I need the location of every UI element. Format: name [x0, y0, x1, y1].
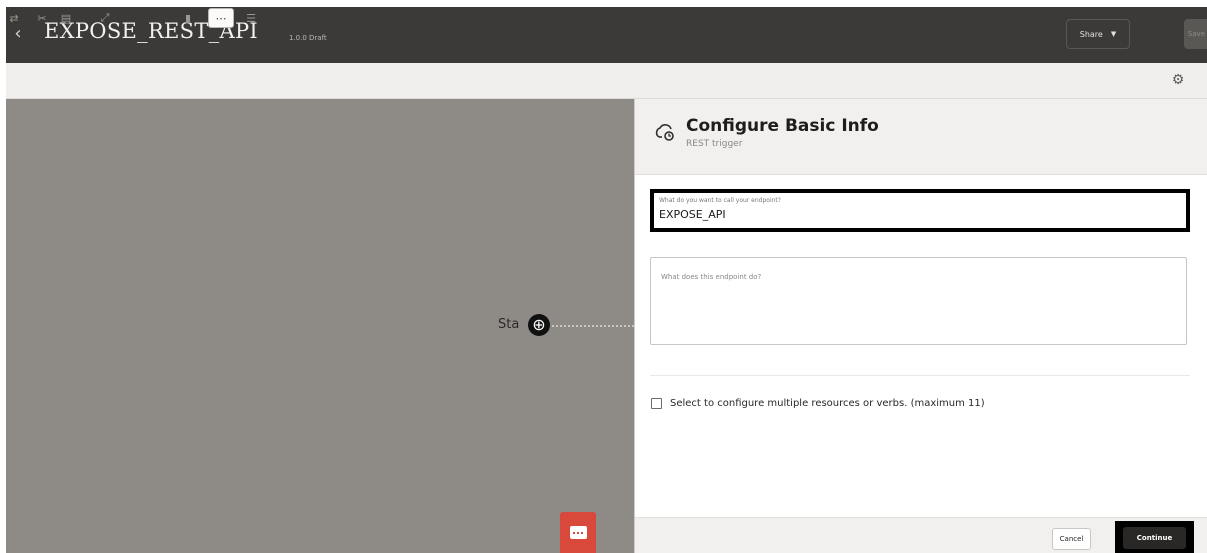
endpoint-description-placeholder: What does this endpoint do? — [661, 273, 762, 281]
gear-icon[interactable]: ⚙ — [1170, 72, 1186, 88]
continue-highlight: Continue — [1115, 521, 1194, 553]
endpoint-name-value[interactable]: EXPOSE_API — [659, 208, 726, 221]
endpoint-description-field[interactable]: What does this endpoint do? — [650, 257, 1187, 345]
chat-button[interactable] — [560, 512, 596, 553]
start-node-label: Sta — [498, 317, 520, 332]
panel-subtitle: REST trigger — [686, 139, 743, 149]
add-trigger-button[interactable]: ⊕ — [528, 314, 550, 336]
rest-trigger-icon — [655, 124, 674, 141]
multiple-resources-option[interactable]: Select to configure multiple resources o… — [651, 398, 985, 409]
version-badge: 1.0.0 Draft — [289, 34, 327, 42]
configure-panel: Configure Basic Info REST trigger What d… — [634, 99, 1207, 553]
vertical-layout-icon[interactable]: ▮ — [180, 8, 196, 28]
cancel-button[interactable]: Cancel — [1052, 528, 1091, 550]
paste-icon[interactable]: ▤ — [58, 8, 74, 28]
save-button[interactable]: Save — [1184, 19, 1207, 49]
connector-line — [552, 325, 634, 327]
panel-title: Configure Basic Info — [686, 116, 879, 136]
chat-icon — [569, 526, 587, 539]
endpoint-name-field[interactable]: What do you want to call your endpoint? … — [650, 189, 1190, 232]
panel-header: Configure Basic Info REST trigger — [635, 99, 1207, 175]
chevron-down-icon: ▼ — [1110, 30, 1117, 38]
endpoint-name-label: What do you want to call your endpoint? — [659, 197, 781, 204]
share-button[interactable]: Share ▼ — [1066, 19, 1130, 49]
canvas-toolbar — [6, 63, 1207, 99]
horizontal-layout-icon[interactable]: ⋯ — [208, 8, 234, 28]
share-label: Share — [1079, 29, 1103, 39]
continue-button[interactable]: Continue — [1123, 526, 1186, 549]
expand-icon[interactable]: ⤢ — [97, 8, 113, 28]
multiple-resources-checkbox[interactable] — [651, 398, 662, 409]
save-label: Save — [1187, 30, 1205, 38]
app-frame: ‹ EXPOSE_REST_API 1.0.0 Draft Share ▼ Sa… — [0, 0, 1207, 553]
pseudo-view-icon[interactable]: ☰ — [243, 8, 259, 28]
multiple-resources-label: Select to configure multiple resources o… — [670, 398, 985, 409]
cut-icon[interactable]: ✂ — [34, 8, 50, 28]
panel-divider — [650, 375, 1190, 376]
panel-footer: Cancel Continue — [635, 517, 1207, 553]
edit-mode-icon[interactable]: ⇄ — [6, 8, 22, 28]
